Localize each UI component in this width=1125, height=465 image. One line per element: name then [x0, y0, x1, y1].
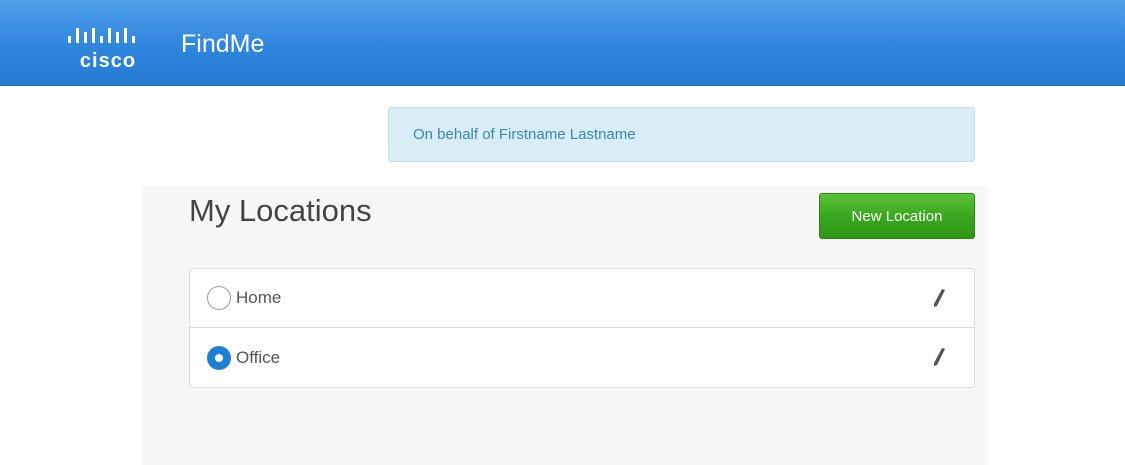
new-location-button[interactable]: New Location	[819, 193, 975, 239]
location-item-office[interactable]: Office	[190, 328, 974, 387]
on-behalf-notice: On behalf of Firstname Lastname	[388, 107, 975, 162]
locations-list: Home Office	[189, 268, 975, 388]
location-label: Home	[236, 288, 282, 307]
location-label: Office	[236, 347, 281, 367]
cisco-logo-icon: cisco	[62, 24, 154, 72]
pencil-icon[interactable]	[932, 347, 946, 367]
page-title: My Locations	[189, 193, 372, 228]
logo-wordmark: cisco	[79, 50, 137, 72]
radio-button-selected[interactable]	[207, 345, 231, 370]
app-title: FindMe	[181, 30, 265, 58]
pencil-icon[interactable]	[932, 288, 946, 308]
radio-button[interactable]	[207, 286, 231, 310]
top-bar: cisco FindMe	[0, 0, 1125, 86]
location-item-home[interactable]: Home	[190, 269, 974, 328]
